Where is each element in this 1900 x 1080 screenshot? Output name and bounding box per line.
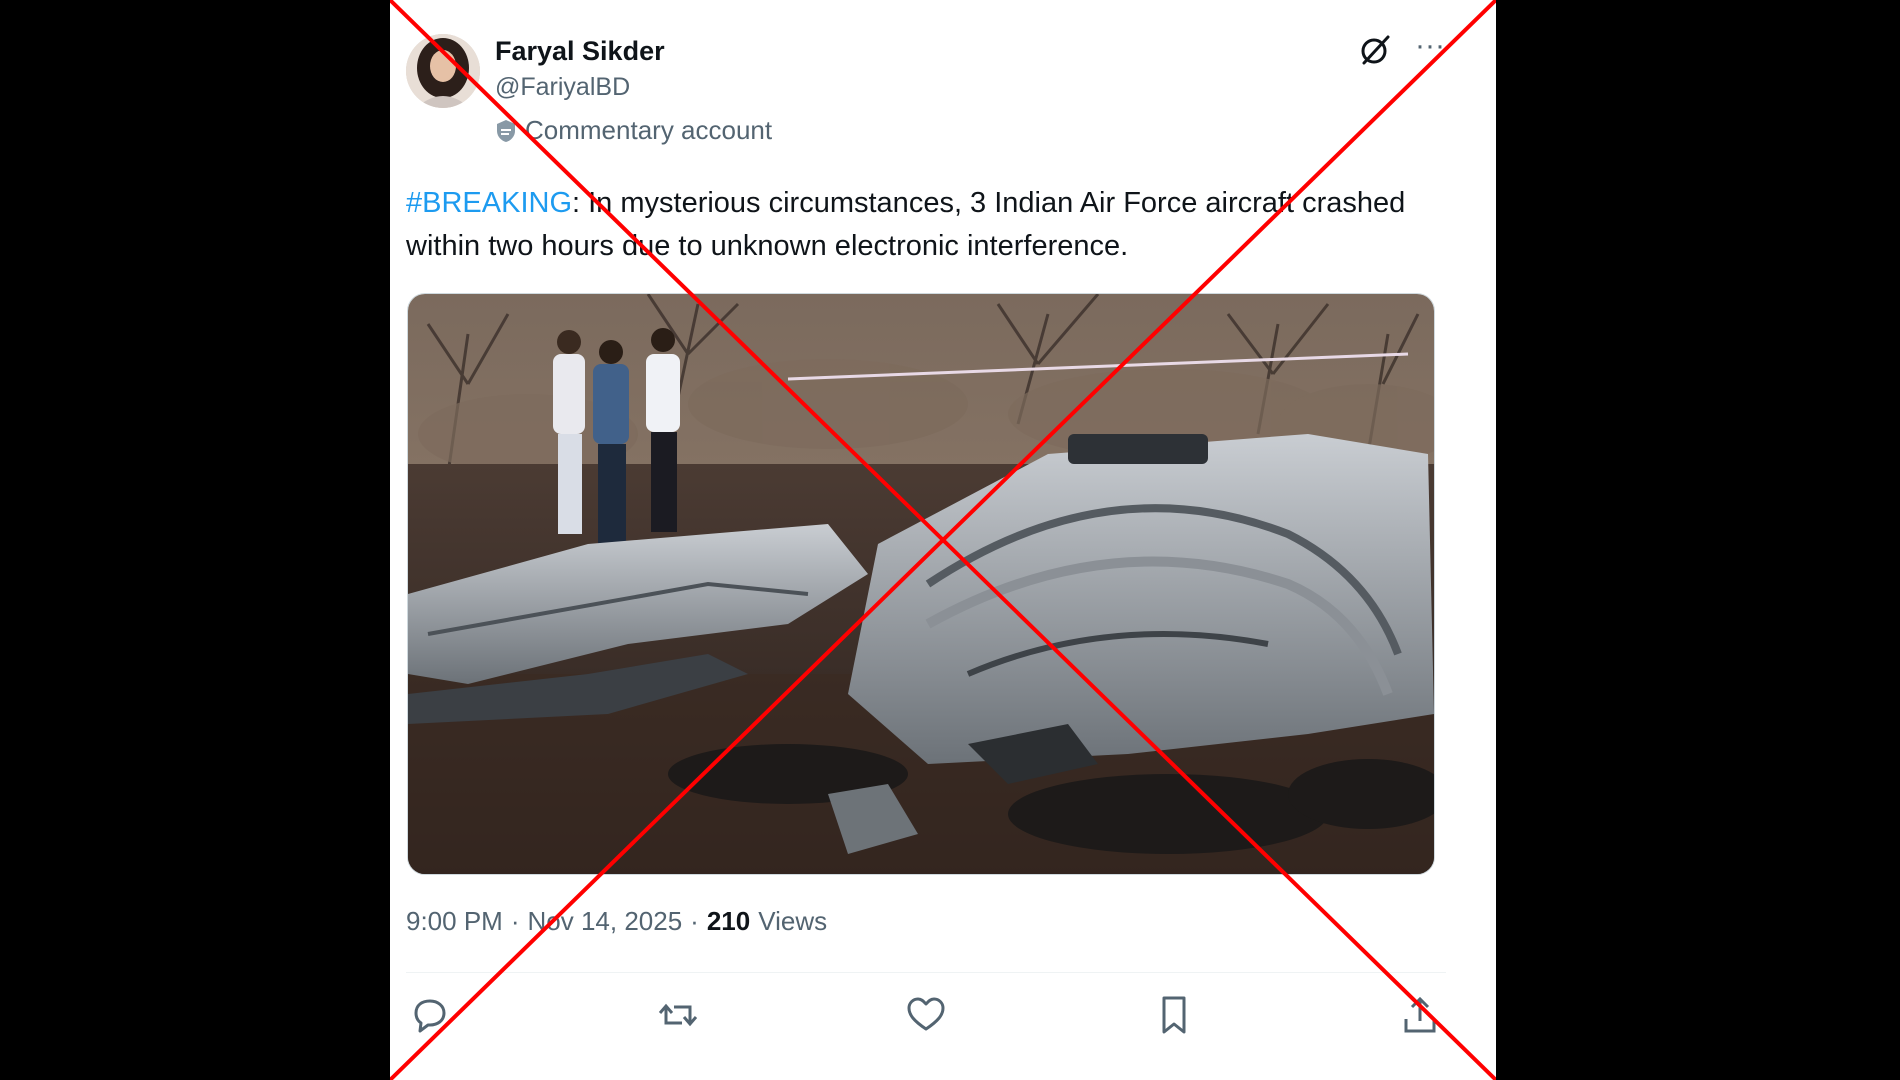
grok-button[interactable] — [1358, 33, 1392, 67]
more-icon[interactable]: ··· — [1410, 31, 1450, 64]
avatar-photo — [406, 34, 480, 108]
tweet-media[interactable] — [407, 293, 1435, 875]
crash-site-photo — [408, 294, 1434, 874]
share-button[interactable] — [1398, 993, 1442, 1037]
tweet-card[interactable]: Faryal Sikder @FariyalBD Commentary acco… — [390, 0, 1496, 1080]
bookmark-button[interactable] — [1152, 993, 1196, 1037]
avatar[interactable] — [406, 34, 480, 108]
retweet-icon — [658, 1003, 698, 1027]
author-display-name[interactable]: Faryal Sikder — [495, 36, 665, 67]
commentary-label: Commentary account — [495, 115, 772, 146]
meta-separator: · — [690, 906, 699, 936]
tweet-meta: 9:00 PM · Nov 14, 2025 · 210 Views — [406, 906, 827, 937]
author-handle[interactable]: @FariyalBD — [495, 73, 630, 102]
views-count: 210 — [706, 906, 751, 936]
grok-icon — [1361, 35, 1390, 65]
views-label: Views — [758, 906, 828, 936]
retweet-button[interactable] — [656, 993, 700, 1037]
tweet-text: #BREAKING: In mysterious circumstances, … — [406, 182, 1446, 268]
shield-icon — [497, 119, 515, 142]
commentary-label-text: Commentary account — [525, 115, 773, 145]
tweet-time[interactable]: 9:00 PM — [406, 906, 503, 937]
meta-separator: · — [510, 906, 520, 936]
reply-icon — [414, 999, 446, 1033]
reply-button[interactable] — [408, 993, 452, 1037]
hashtag-link[interactable]: #BREAKING — [406, 187, 572, 219]
tweet-date[interactable]: Nov 14, 2025 — [528, 906, 683, 937]
share-icon — [1404, 996, 1436, 1033]
stage: Faryal Sikder @FariyalBD Commentary acco… — [0, 0, 1900, 1080]
divider — [406, 972, 1446, 973]
like-button[interactable] — [904, 993, 948, 1037]
heart-icon — [907, 997, 945, 1031]
bookmark-icon — [1162, 996, 1186, 1034]
